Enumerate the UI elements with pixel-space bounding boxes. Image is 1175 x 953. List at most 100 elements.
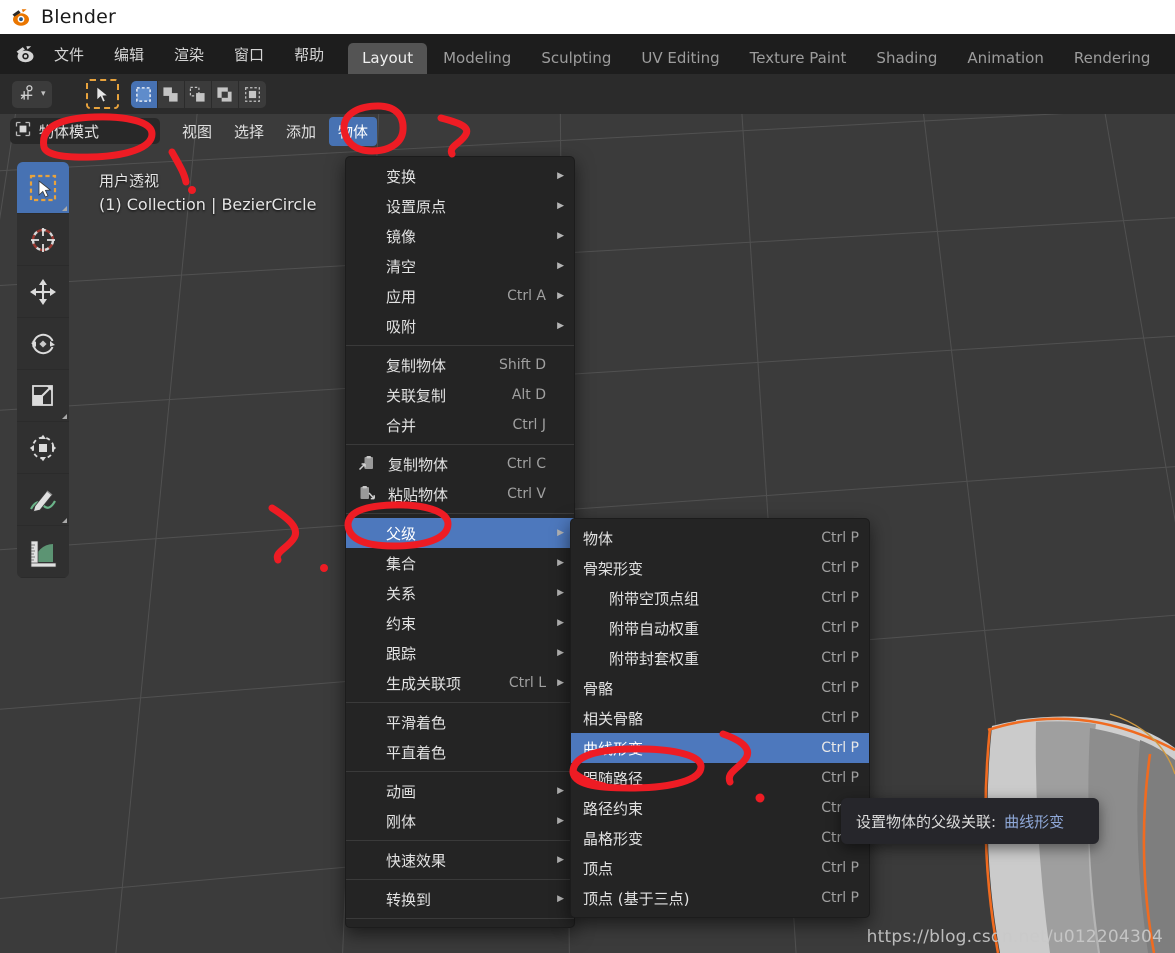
active-tool-indicator[interactable] (85, 79, 119, 109)
submenu-item-vertex-triangle[interactable]: 顶点 (基于三点) Ctrl P (571, 883, 869, 913)
menu-item-shortcut: Ctrl L (508, 675, 546, 691)
viewport-menu-select[interactable]: 选择 (225, 117, 273, 146)
submenu-item-curve-deform[interactable]: 曲线形变 Ctrl P (571, 733, 869, 763)
menu-item-convert-to[interactable]: 转换到 ▶ (346, 884, 574, 914)
menu-item-label: 镜像 (386, 227, 417, 246)
submenu-item-bone-relative[interactable]: 相关骨骼 Ctrl P (571, 703, 869, 733)
tooltip-description: 设置物体的父级关联: (856, 812, 997, 831)
submenu-item-bone[interactable]: 骨骼 Ctrl P (571, 673, 869, 703)
menu-item-track[interactable]: 跟踪 ▶ (346, 638, 574, 668)
submenu-item-with-empty-groups[interactable]: 附带空顶点组 Ctrl P (571, 583, 869, 613)
topbar-menu-window[interactable]: 窗口 (232, 42, 266, 67)
cursor-tool-icon[interactable] (17, 214, 69, 266)
menu-item-shortcut: Ctrl P (821, 650, 859, 666)
menu-item-set-origin[interactable]: 设置原点 ▶ (346, 191, 574, 221)
menu-item-shortcut: Ctrl C (506, 456, 546, 472)
viewport-menu-object[interactable]: 物体 (329, 116, 378, 146)
tab-uv-editing[interactable]: UV Editing (627, 43, 733, 74)
menu-item-relations[interactable]: 关系 ▶ (346, 578, 574, 608)
viewport-toolbar (17, 162, 69, 578)
menu-separator (346, 879, 574, 880)
menu-item-label: 约束 (386, 614, 417, 633)
move-tool-icon[interactable] (17, 266, 69, 318)
menu-item-label: 附带自动权重 (609, 619, 700, 638)
object-dropdown-menu[interactable]: 变换 ▶ 设置原点 ▶ 镜像 ▶ 清空 ▶ 应用 Ctrl A ▶ 吸附 ▶ 复… (345, 156, 575, 928)
menu-item-label: 晶格形变 (583, 829, 644, 848)
chevron-right-icon: ▶ (557, 558, 564, 568)
menu-item-paste-objects[interactable]: 粘贴物体 Ctrl V (346, 479, 574, 509)
tab-rendering[interactable]: Rendering (1060, 43, 1165, 74)
blender-icon[interactable] (14, 42, 38, 66)
submenu-item-follow-path[interactable]: 跟随路径 Ctrl P (571, 763, 869, 793)
menu-item-shade-smooth[interactable]: 平滑着色 (346, 707, 574, 737)
submenu-item-object[interactable]: 物体 Ctrl P (571, 523, 869, 553)
menu-item-copy-objects[interactable]: 复制物体 Ctrl C (346, 449, 574, 479)
chevron-right-icon: ▶ (557, 816, 564, 826)
topbar-menu-render[interactable]: 渲染 (172, 42, 206, 67)
menu-item-animation[interactable]: 动画 ▶ (346, 776, 574, 806)
snap-settings-pill[interactable]: ▾ (12, 80, 52, 108)
submenu-item-with-automatic-weights[interactable]: 附带自动权重 Ctrl P (571, 613, 869, 643)
menu-item-clear[interactable]: 清空 ▶ (346, 251, 574, 281)
tool-expand-corner (62, 414, 67, 419)
menu-item-label: 跟随路径 (583, 769, 644, 788)
menu-item-duplicate-linked[interactable]: 关联复制 Alt D (346, 380, 574, 410)
submenu-item-lattice-deform[interactable]: 晶格形变 Ctrl P (571, 823, 869, 853)
transform-tool-icon[interactable] (17, 422, 69, 474)
tab-layout[interactable]: Layout (348, 43, 428, 74)
menu-item-rigid-body[interactable]: 刚体 ▶ (346, 806, 574, 836)
menu-item-label: 应用 (386, 287, 417, 306)
menu-item-duplicate-objects[interactable]: 复制物体 Shift D (346, 350, 574, 380)
topbar-menu-edit[interactable]: 编辑 (112, 42, 146, 67)
tab-modeling[interactable]: Modeling (429, 43, 525, 74)
select-set-new-icon[interactable] (130, 80, 158, 108)
submenu-item-path-constraint[interactable]: 路径约束 Ctrl P (571, 793, 869, 823)
menu-item-shortcut: Ctrl P (821, 890, 859, 906)
select-subtract-icon[interactable] (184, 80, 212, 108)
chevron-right-icon: ▶ (557, 588, 564, 598)
select-invert-icon[interactable] (211, 80, 239, 108)
tab-texture-paint[interactable]: Texture Paint (736, 43, 861, 74)
menu-item-transform[interactable]: 变换 ▶ (346, 161, 574, 191)
menu-item-shade-flat[interactable]: 平直着色 (346, 737, 574, 767)
submenu-item-armature-deform[interactable]: 骨架形变 Ctrl P (571, 553, 869, 583)
menu-separator (346, 345, 574, 346)
menu-item-mirror[interactable]: 镜像 ▶ (346, 221, 574, 251)
annotate-tool-icon[interactable] (17, 474, 69, 526)
menu-item-shortcut: Ctrl P (821, 770, 859, 786)
topbar-menu-file[interactable]: 文件 (52, 42, 86, 67)
scale-tool-icon[interactable] (17, 370, 69, 422)
menu-item-snap[interactable]: 吸附 ▶ (346, 311, 574, 341)
rotate-tool-icon[interactable] (17, 318, 69, 370)
menu-item-shortcut: Ctrl A (507, 288, 546, 304)
menu-item-label: 曲线形变 (583, 739, 644, 758)
chevron-down-icon: ▾ (41, 89, 46, 99)
menu-item-label: 物体 (583, 529, 614, 548)
menu-item-label: 顶点 (基于三点) (583, 889, 690, 908)
measure-tool-icon[interactable] (17, 526, 69, 578)
viewport-menu-add[interactable]: 添加 (277, 117, 325, 146)
select-box-tool-icon[interactable] (17, 162, 69, 214)
tab-animation[interactable]: Animation (953, 43, 1057, 74)
submenu-item-with-envelope-weights[interactable]: 附带封套权重 Ctrl P (571, 643, 869, 673)
topbar-menu-help[interactable]: 帮助 (292, 42, 326, 67)
menu-item-constraints[interactable]: 约束 ▶ (346, 608, 574, 638)
menu-item-parent[interactable]: 父级 ▶ (346, 518, 574, 548)
chevron-right-icon: ▶ (557, 171, 564, 181)
menu-item-make-links[interactable]: 生成关联项 Ctrl L ▶ (346, 668, 574, 698)
submenu-item-vertex[interactable]: 顶点 Ctrl P (571, 853, 869, 883)
select-intersect-icon[interactable] (238, 80, 266, 108)
viewport-menu-view[interactable]: 视图 (173, 117, 221, 146)
tab-sculpting[interactable]: Sculpting (527, 43, 625, 74)
menu-item-apply[interactable]: 应用 Ctrl A ▶ (346, 281, 574, 311)
chevron-down-icon: ▾ (147, 125, 153, 137)
select-extend-icon[interactable] (157, 80, 185, 108)
mode-select-dropdown[interactable]: 物体模式 ▾ (10, 118, 160, 144)
menu-item-collection[interactable]: 集合 ▶ (346, 548, 574, 578)
parent-submenu[interactable]: 物体 Ctrl P 骨架形变 Ctrl P 附带空顶点组 Ctrl P 附带自动… (570, 518, 870, 918)
tab-shading[interactable]: Shading (862, 43, 951, 74)
menu-item-quick-effects[interactable]: 快速效果 ▶ (346, 845, 574, 875)
menu-separator (346, 702, 574, 703)
menu-item-shortcut: Ctrl P (821, 530, 859, 546)
menu-item-join[interactable]: 合并 Ctrl J (346, 410, 574, 440)
